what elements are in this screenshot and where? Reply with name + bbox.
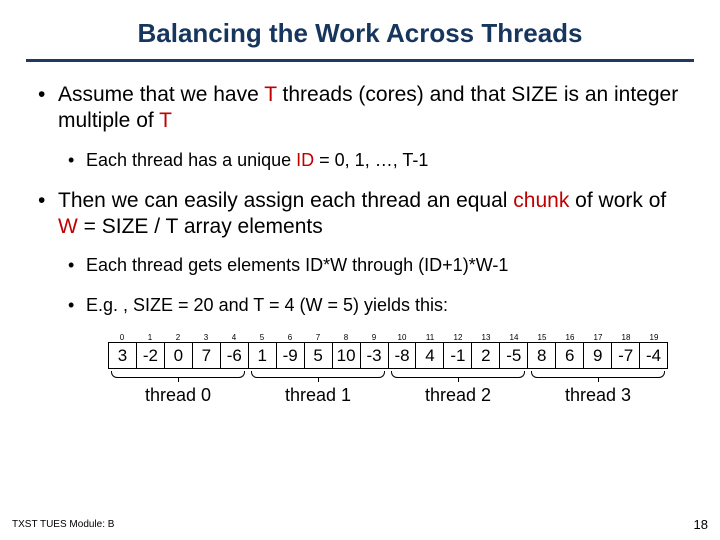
array-index: 16 [556, 333, 584, 342]
brace-2 [388, 369, 528, 383]
em-chunk: chunk [513, 189, 569, 212]
thread-label-0: thread 0 [108, 385, 248, 406]
array-cell: -3 [360, 342, 388, 369]
bullet-1: Assume that we have T threads (cores) an… [30, 82, 682, 172]
array-index: 2 [164, 333, 192, 342]
array-cell: 0 [164, 342, 192, 369]
array-index: 6 [276, 333, 304, 342]
array-cell: 6 [555, 342, 583, 369]
em-T: T [264, 83, 276, 106]
brace-0 [108, 369, 248, 383]
page-title: Balancing the Work Across Threads [0, 0, 720, 55]
array-cell: 3 [108, 342, 136, 369]
array-cell: 8 [527, 342, 555, 369]
array-cell: -2 [136, 342, 164, 369]
thread-label-3: thread 3 [528, 385, 668, 406]
array-cell: 4 [415, 342, 443, 369]
thread-label-row: thread 0 thread 1 thread 2 thread 3 [108, 385, 668, 406]
slide-body: Assume that we have T threads (cores) an… [0, 62, 720, 406]
array-index: 0 [108, 333, 136, 342]
array-index: 14 [500, 333, 528, 342]
array-index: 1 [136, 333, 164, 342]
array-index: 5 [248, 333, 276, 342]
brace-row [108, 369, 668, 383]
thread-label-2: thread 2 [388, 385, 528, 406]
array-cell: -5 [499, 342, 527, 369]
array-index: 3 [192, 333, 220, 342]
em-W: W [58, 215, 78, 238]
array-cell: 7 [192, 342, 220, 369]
bullet-1a: Each thread has a unique ID = 0, 1, …, T… [58, 149, 682, 172]
array-cell: -9 [276, 342, 304, 369]
thread-label-1: thread 1 [248, 385, 388, 406]
bullet-2a: Each thread gets elements ID*W through (… [58, 254, 682, 277]
array-cell: -6 [220, 342, 248, 369]
bullet-2b: E.g. , SIZE = 20 and T = 4 (W = 5) yield… [58, 294, 682, 317]
array-diagram: 012345678910111213141516171819 3-207-61-… [108, 333, 668, 406]
array-index: 13 [472, 333, 500, 342]
text: = 0, 1, …, T-1 [314, 150, 428, 170]
array-index: 9 [360, 333, 388, 342]
brace-3 [528, 369, 668, 383]
array-index: 17 [584, 333, 612, 342]
array-index: 10 [388, 333, 416, 342]
footer-module: TXST TUES Module: B [12, 519, 114, 530]
array-cell: 9 [583, 342, 611, 369]
array-index: 11 [416, 333, 444, 342]
text: Then we can easily assign each thread an… [58, 189, 513, 212]
array-index: 15 [528, 333, 556, 342]
array-cell: 1 [248, 342, 276, 369]
array-cell: 5 [304, 342, 332, 369]
text: Each thread has a unique [86, 150, 296, 170]
array-cell: 2 [471, 342, 499, 369]
page-number: 18 [694, 517, 708, 532]
array-cell: 10 [332, 342, 360, 369]
array-index: 18 [612, 333, 640, 342]
array-cell: -4 [639, 342, 668, 369]
array-cell: -1 [443, 342, 471, 369]
em-ID: ID [296, 150, 314, 170]
em-T2: T [159, 109, 172, 132]
array-index: 7 [304, 333, 332, 342]
bullet-2: Then we can easily assign each thread an… [30, 188, 682, 317]
array-index: 19 [640, 333, 668, 342]
text: Assume that we have [58, 83, 264, 106]
array-index: 8 [332, 333, 360, 342]
array-cell: -7 [611, 342, 639, 369]
brace-1 [248, 369, 388, 383]
array-index: 4 [220, 333, 248, 342]
text: = SIZE / T array elements [78, 215, 323, 238]
value-row: 3-207-61-9510-3-84-12-5869-7-4 [108, 342, 668, 369]
text: of work of [569, 189, 666, 212]
array-index: 12 [444, 333, 472, 342]
index-row: 012345678910111213141516171819 [108, 333, 668, 342]
array-cell: -8 [388, 342, 416, 369]
